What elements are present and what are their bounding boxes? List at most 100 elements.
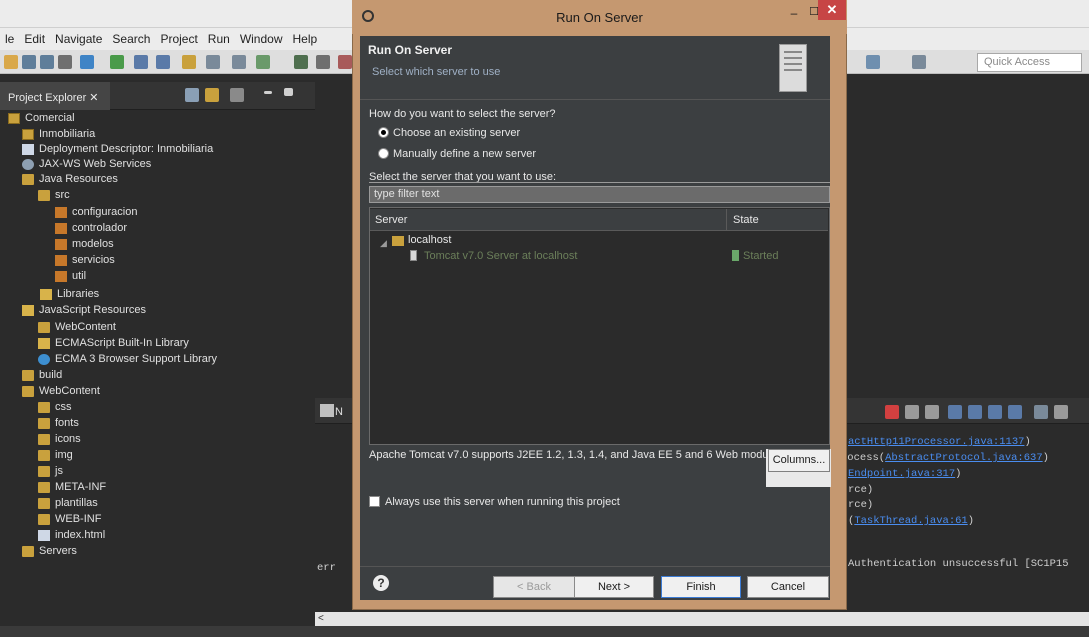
tree-item[interactable]: build [22,367,62,383]
menu-project[interactable]: Project [155,32,202,46]
tree-item[interactable]: WEB-INF [38,511,101,527]
always-use-label[interactable]: Always use this server when running this… [385,496,620,508]
open-task-icon[interactable] [182,55,196,69]
tree-item[interactable]: js [38,463,63,479]
radio-manual-server[interactable] [378,148,389,159]
forward-icon[interactable] [866,55,880,69]
radio-manual-label[interactable]: Manually define a new server [393,148,536,160]
radio-existing-label[interactable]: Choose an existing server [393,127,520,139]
maximize-view-icon[interactable] [284,88,293,96]
column-header-state[interactable]: State [733,214,759,226]
new-icon[interactable] [4,55,18,69]
radio-existing-server[interactable] [378,127,389,138]
menu-search[interactable]: Search [107,32,155,46]
tree-item[interactable]: servicios [55,252,115,268]
back-button[interactable]: < Back [493,576,575,598]
console-tab-label[interactable]: N [335,406,343,418]
tree-item[interactable]: plantillas [38,495,98,511]
view-menu-icon[interactable] [230,88,244,102]
tree-item[interactable]: Servers [22,543,77,559]
tree-item[interactable]: src [38,187,70,203]
link-editor-icon[interactable] [205,88,219,102]
tree-item[interactable]: img [38,447,73,463]
menu-help[interactable]: Help [288,32,323,46]
show-stdout-icon[interactable] [968,405,982,419]
tree-item[interactable]: util [55,268,86,284]
save-icon[interactable] [22,55,36,69]
server-row-name[interactable]: Tomcat v7.0 Server at localhost [424,250,577,262]
terminate-icon[interactable] [338,55,352,69]
terminate-console-icon[interactable] [885,405,899,419]
menu-window[interactable]: Window [235,32,288,46]
tab-project-explorer[interactable]: Project Explorer ✕ [0,82,110,110]
suspend-icon[interactable] [316,55,330,69]
tree-item[interactable]: WebContent [38,319,116,335]
search-icon[interactable] [156,55,170,69]
tree-item[interactable]: fonts [38,415,79,431]
markers-icon[interactable] [320,404,334,417]
menu-run[interactable]: Run [203,32,235,46]
tree-item[interactable]: css [38,399,72,415]
quick-access-input[interactable]: Quick Access [977,53,1082,72]
remove-launch-icon[interactable] [905,405,919,419]
open-console-icon[interactable] [1054,405,1068,419]
tree-item[interactable]: WebContent [22,383,100,399]
tree-item[interactable]: META-INF [38,479,106,495]
tree-item[interactable]: ECMAScript Built-In Library [38,335,189,351]
menu-file[interactable]: le [0,32,19,46]
server-description: Apache Tomcat v7.0 supports J2EE 1.2, 1.… [369,449,786,461]
folder-icon [38,401,50,413]
package-icon [55,238,67,250]
perspective-icon[interactable] [912,55,926,69]
collapse-arrow-icon[interactable]: ◢ [380,238,387,249]
tree-item[interactable]: Deployment Descriptor: Inmobiliaria [22,141,213,157]
tree-item[interactable]: controlador [55,220,127,236]
help-icon[interactable]: ? [373,575,389,591]
scroll-left-icon[interactable]: < [318,613,324,624]
tree-item[interactable]: index.html [38,527,105,543]
tree-item[interactable]: configuracion [55,204,137,220]
display-console-icon[interactable] [1034,405,1048,419]
collapse-all-icon[interactable] [185,88,199,102]
column-header-server[interactable]: Server [375,214,407,226]
cancel-button[interactable]: Cancel [747,576,829,598]
group-localhost[interactable]: localhost [408,234,451,246]
tree-item[interactable]: JavaScript Resources [22,302,146,318]
always-use-checkbox[interactable] [369,496,380,507]
tree-item[interactable]: icons [38,431,81,447]
debug-icon[interactable] [80,55,94,69]
menu-navigate[interactable]: Navigate [50,32,107,46]
tree-item[interactable]: JAX-WS Web Services [22,156,151,172]
show-stderr-icon[interactable] [988,405,1002,419]
finish-button[interactable]: Finish [661,576,741,598]
tree-item[interactable]: ECMA 3 Browser Support Library [38,351,217,367]
folder-icon [38,513,50,525]
menu-edit[interactable]: Edit [19,32,50,46]
print-icon[interactable] [58,55,72,69]
close-button[interactable]: ✕ [818,0,846,20]
resume-icon[interactable] [294,55,308,69]
run-icon[interactable] [110,55,124,69]
filter-input[interactable]: type filter text [369,186,830,203]
console-line: Endpoint.java:317) [848,468,962,480]
tree-item[interactable]: Comercial [8,110,75,126]
external-tools-icon[interactable] [206,55,220,69]
open-type-icon[interactable] [134,55,148,69]
step-icon[interactable] [256,55,270,69]
minimize-button[interactable]: – [785,6,803,20]
scroll-lock-icon[interactable] [948,405,962,419]
project-icon [8,112,20,124]
pin-console-icon[interactable] [1008,405,1022,419]
folder-icon [38,449,50,461]
tree-item[interactable]: Libraries [40,286,99,302]
next-annotation-icon[interactable] [232,55,246,69]
tree-item[interactable]: Inmobiliaria [22,126,95,142]
save-all-icon[interactable] [40,55,54,69]
tree-item[interactable]: modelos [55,236,114,252]
minimize-view-icon[interactable] [264,91,272,94]
columns-button[interactable]: Columns... [768,449,830,472]
next-button[interactable]: Next > [574,576,654,598]
tree-item[interactable]: Java Resources [22,171,118,187]
remove-all-icon[interactable] [925,405,939,419]
horizontal-scrollbar[interactable] [315,612,1089,626]
